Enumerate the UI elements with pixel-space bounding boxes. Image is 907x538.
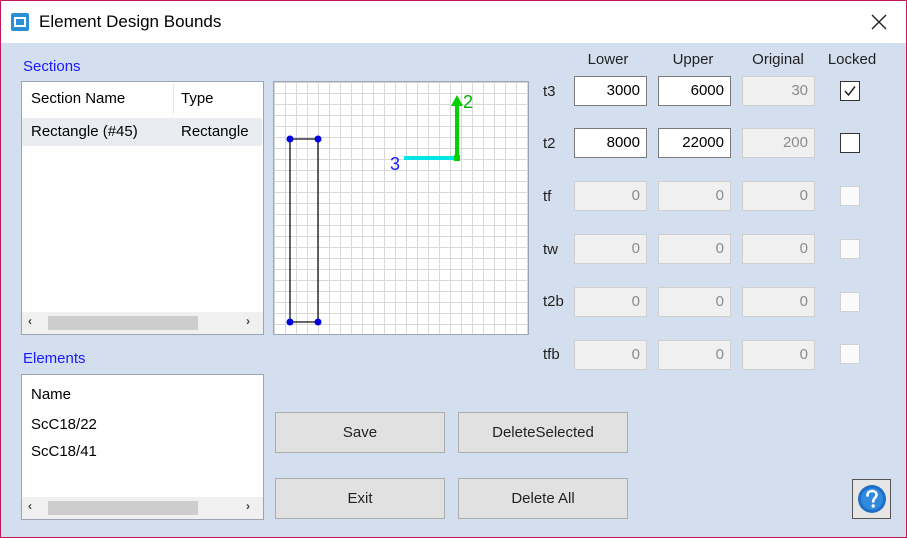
- t3-lower-input[interactable]: 3000: [574, 76, 647, 106]
- t2b-original-field: 0: [742, 287, 815, 317]
- column-header-name[interactable]: Name: [31, 386, 71, 403]
- column-header-lower: Lower: [587, 51, 629, 68]
- close-icon: [871, 14, 887, 30]
- row-label-tfb: tfb: [543, 346, 560, 363]
- tf-locked-checkbox: [840, 186, 860, 206]
- list-item[interactable]: ScC18/41: [31, 443, 97, 460]
- close-button[interactable]: [859, 7, 899, 37]
- t2-original-field: 200: [742, 128, 815, 158]
- t2b-upper-input: 0: [658, 287, 731, 317]
- t2b-locked-checkbox: [840, 292, 860, 312]
- delete-selected-button[interactable]: DeleteSelected: [458, 412, 628, 453]
- section-preview-canvas: 2 3: [273, 81, 529, 335]
- column-header-locked: Locked: [827, 51, 877, 68]
- list-item[interactable]: ScC18/22: [31, 416, 97, 433]
- section-vertex: [314, 135, 322, 143]
- elements-horizontal-scrollbar[interactable]: ‹ ›: [22, 497, 263, 519]
- tf-lower-input: 0: [574, 181, 647, 211]
- table-row[interactable]: Rectangle (#45) Rectangle: [22, 118, 262, 146]
- tf-upper-input: 0: [658, 181, 731, 211]
- row-label-t2: t2: [543, 135, 556, 152]
- column-header-section-name[interactable]: Section Name: [31, 90, 125, 107]
- t3-original-field: 30: [742, 76, 815, 106]
- window-title: Element Design Bounds: [39, 12, 222, 31]
- axis-2-label: 2: [463, 92, 474, 112]
- elements-listview[interactable]: Name ScC18/22 ScC18/41 ‹ ›: [21, 374, 264, 520]
- tfb-locked-checkbox: [840, 344, 860, 364]
- axis-2-arrowhead: [451, 95, 463, 106]
- axis-3-label: 3: [390, 154, 401, 174]
- column-header-type[interactable]: Type: [181, 90, 214, 107]
- row-label-tf: tf: [543, 188, 552, 205]
- tw-locked-checkbox: [840, 239, 860, 259]
- t2-locked-checkbox[interactable]: [840, 133, 860, 153]
- tfb-original-field: 0: [742, 340, 815, 370]
- column-header-upper: Upper: [672, 51, 714, 68]
- sections-label: Sections: [23, 58, 81, 75]
- tw-original-field: 0: [742, 234, 815, 264]
- help-icon: [857, 485, 886, 513]
- sections-horizontal-scrollbar[interactable]: ‹ ›: [22, 312, 263, 334]
- delete-all-button[interactable]: Delete All: [458, 478, 628, 519]
- t2-upper-input[interactable]: 22000: [658, 128, 731, 158]
- column-divider[interactable]: [173, 84, 174, 114]
- app-icon: [10, 12, 30, 32]
- scroll-right-icon[interactable]: ›: [246, 499, 250, 513]
- section-type-cell: Rectangle: [181, 123, 249, 140]
- exit-button[interactable]: Exit: [275, 478, 445, 519]
- t2b-lower-input: 0: [574, 287, 647, 317]
- tw-upper-input: 0: [658, 234, 731, 264]
- section-outline: [289, 138, 319, 323]
- save-button[interactable]: Save: [275, 412, 445, 453]
- dialog-window: Element Design Bounds Sections Section N…: [0, 0, 907, 538]
- axis-origin: [454, 155, 460, 161]
- title-bar: Element Design Bounds: [1, 1, 906, 43]
- scrollbar-thumb[interactable]: [48, 501, 198, 515]
- sections-listview[interactable]: Section Name Type Rectangle (#45) Rectan…: [21, 81, 264, 335]
- tf-original-field: 0: [742, 181, 815, 211]
- section-vertex: [286, 135, 294, 143]
- tw-lower-input: 0: [574, 234, 647, 264]
- tfb-lower-input: 0: [574, 340, 647, 370]
- help-button[interactable]: [852, 479, 891, 519]
- row-label-tw: tw: [543, 241, 558, 258]
- scrollbar-thumb[interactable]: [48, 316, 198, 330]
- row-label-t3: t3: [543, 83, 556, 100]
- elements-label: Elements: [23, 350, 86, 367]
- scroll-left-icon[interactable]: ‹: [28, 314, 32, 328]
- column-header-original: Original: [752, 51, 804, 68]
- tfb-upper-input: 0: [658, 340, 731, 370]
- scroll-right-icon[interactable]: ›: [246, 314, 250, 328]
- section-name-cell: Rectangle (#45): [31, 123, 138, 140]
- t2-lower-input[interactable]: 8000: [574, 128, 647, 158]
- row-label-t2b: t2b: [543, 293, 564, 310]
- t3-upper-input[interactable]: 6000: [658, 76, 731, 106]
- section-vertex: [314, 318, 322, 326]
- section-vertex: [286, 318, 294, 326]
- t3-locked-checkbox[interactable]: [840, 81, 860, 101]
- scroll-left-icon[interactable]: ‹: [28, 499, 32, 513]
- checkmark-icon: [844, 86, 856, 97]
